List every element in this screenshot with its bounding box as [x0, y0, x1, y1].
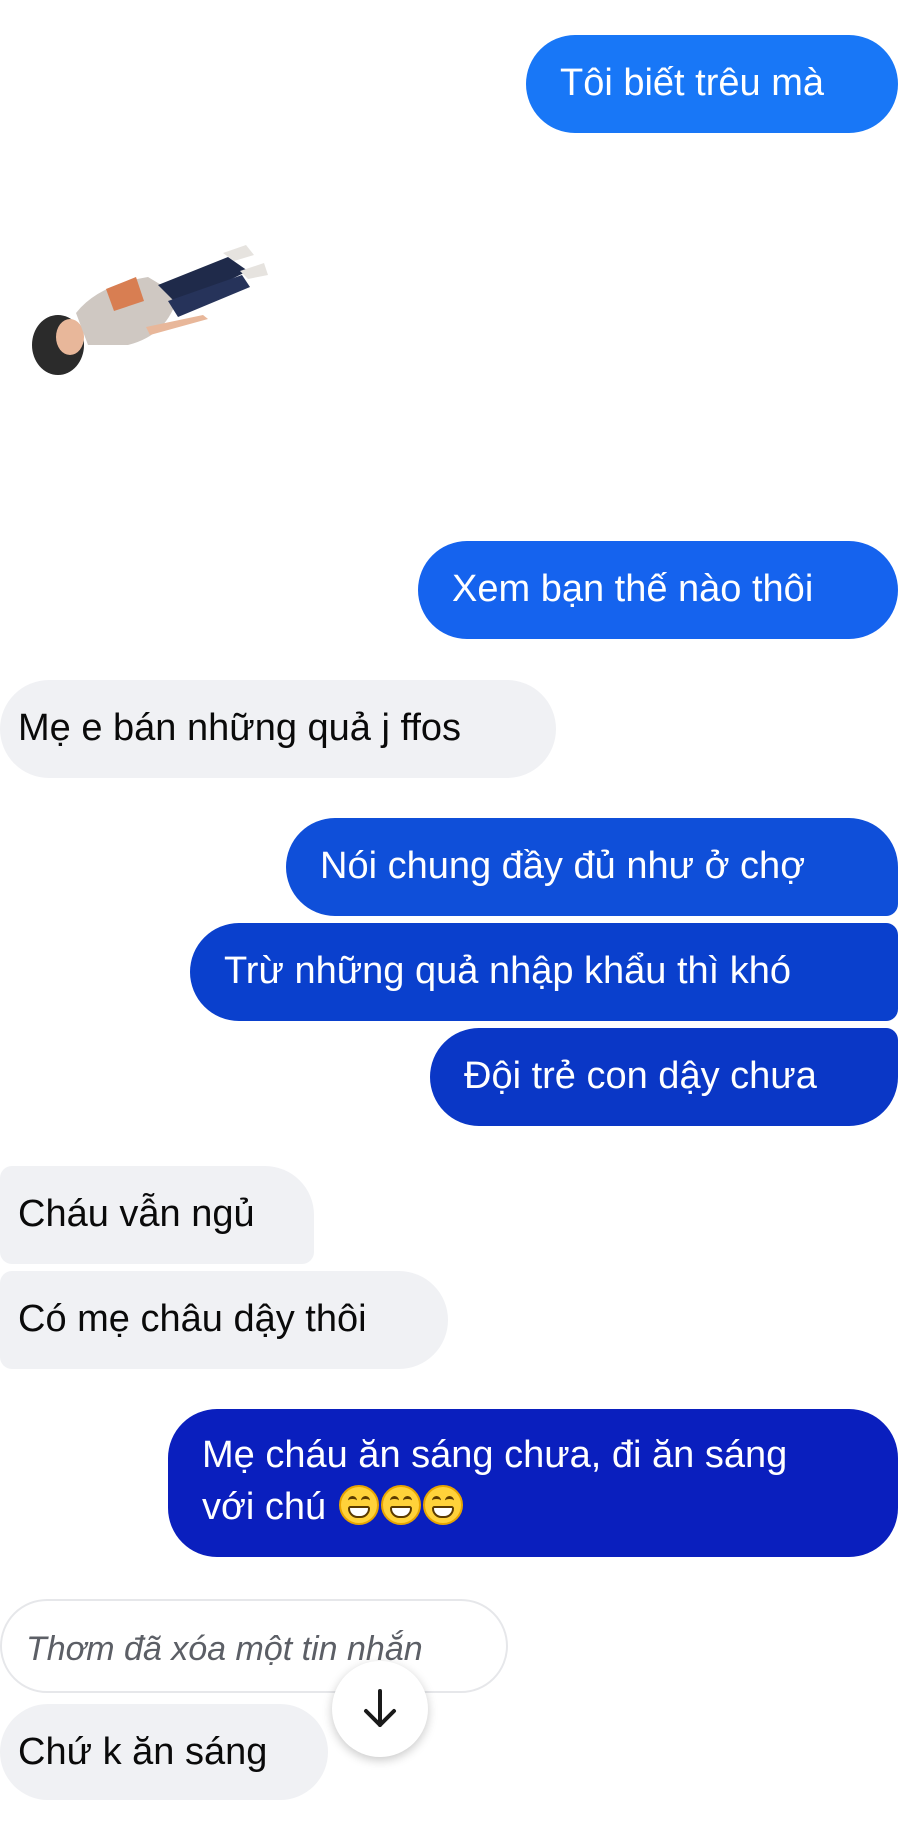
message-outgoing[interactable]: Nói chung đầy đủ như ở chợ: [286, 818, 898, 916]
message-text: Có mẹ châu dậy thôi: [18, 1298, 367, 1340]
grinning-face-emoji: [380, 1485, 421, 1525]
message-outgoing[interactable]: Mẹ cháu ăn sáng chưa, đi ăn sáng với chú: [168, 1409, 898, 1557]
message-text: Thơm đã xóa một tin nhắn: [26, 1630, 423, 1668]
removed-message-notice: Thơm đã xóa một tin nhắn: [0, 1599, 508, 1693]
message-text-line: với chú: [202, 1486, 327, 1528]
message-incoming[interactable]: Mẹ e bán những quả j ffos: [0, 680, 556, 778]
grinning-face-emoji: [338, 1485, 379, 1525]
message-outgoing[interactable]: Xem bạn thế nào thôi: [418, 541, 898, 639]
arrow-down-icon: [364, 1689, 396, 1727]
message-text: Đội trẻ con dậy chưa: [464, 1055, 817, 1097]
message-outgoing[interactable]: Đội trẻ con dậy chưa: [430, 1028, 898, 1126]
message-incoming[interactable]: Có mẹ châu dậy thôi: [0, 1271, 448, 1369]
message-text: Xem bạn thế nào thôi: [452, 568, 814, 610]
message-text: Cháu vẫn ngủ: [18, 1193, 255, 1235]
scroll-to-bottom-button[interactable]: [332, 1661, 428, 1757]
message-outgoing[interactable]: Trừ những quả nhập khẩu thì khó: [190, 923, 898, 1021]
grinning-face-emoji: [422, 1485, 463, 1525]
person-lying-face-down-sticker[interactable]: [28, 245, 318, 425]
message-text: Mẹ e bán những quả j ffos: [18, 707, 462, 749]
message-text: Tôi biết trêu mà: [560, 62, 824, 104]
message-incoming[interactable]: Cháu vẫn ngủ: [0, 1166, 314, 1264]
message-text-line: Mẹ cháu ăn sáng chưa, đi ăn sáng: [202, 1434, 788, 1476]
message-outgoing[interactable]: Tôi biết trêu mà: [526, 35, 898, 133]
message-incoming[interactable]: Chứ k ăn sáng: [0, 1704, 328, 1800]
message-text: Nói chung đầy đủ như ở chợ: [320, 845, 806, 887]
message-text: Trừ những quả nhập khẩu thì khó: [224, 950, 792, 992]
message-text: Chứ k ăn sáng: [18, 1731, 268, 1773]
